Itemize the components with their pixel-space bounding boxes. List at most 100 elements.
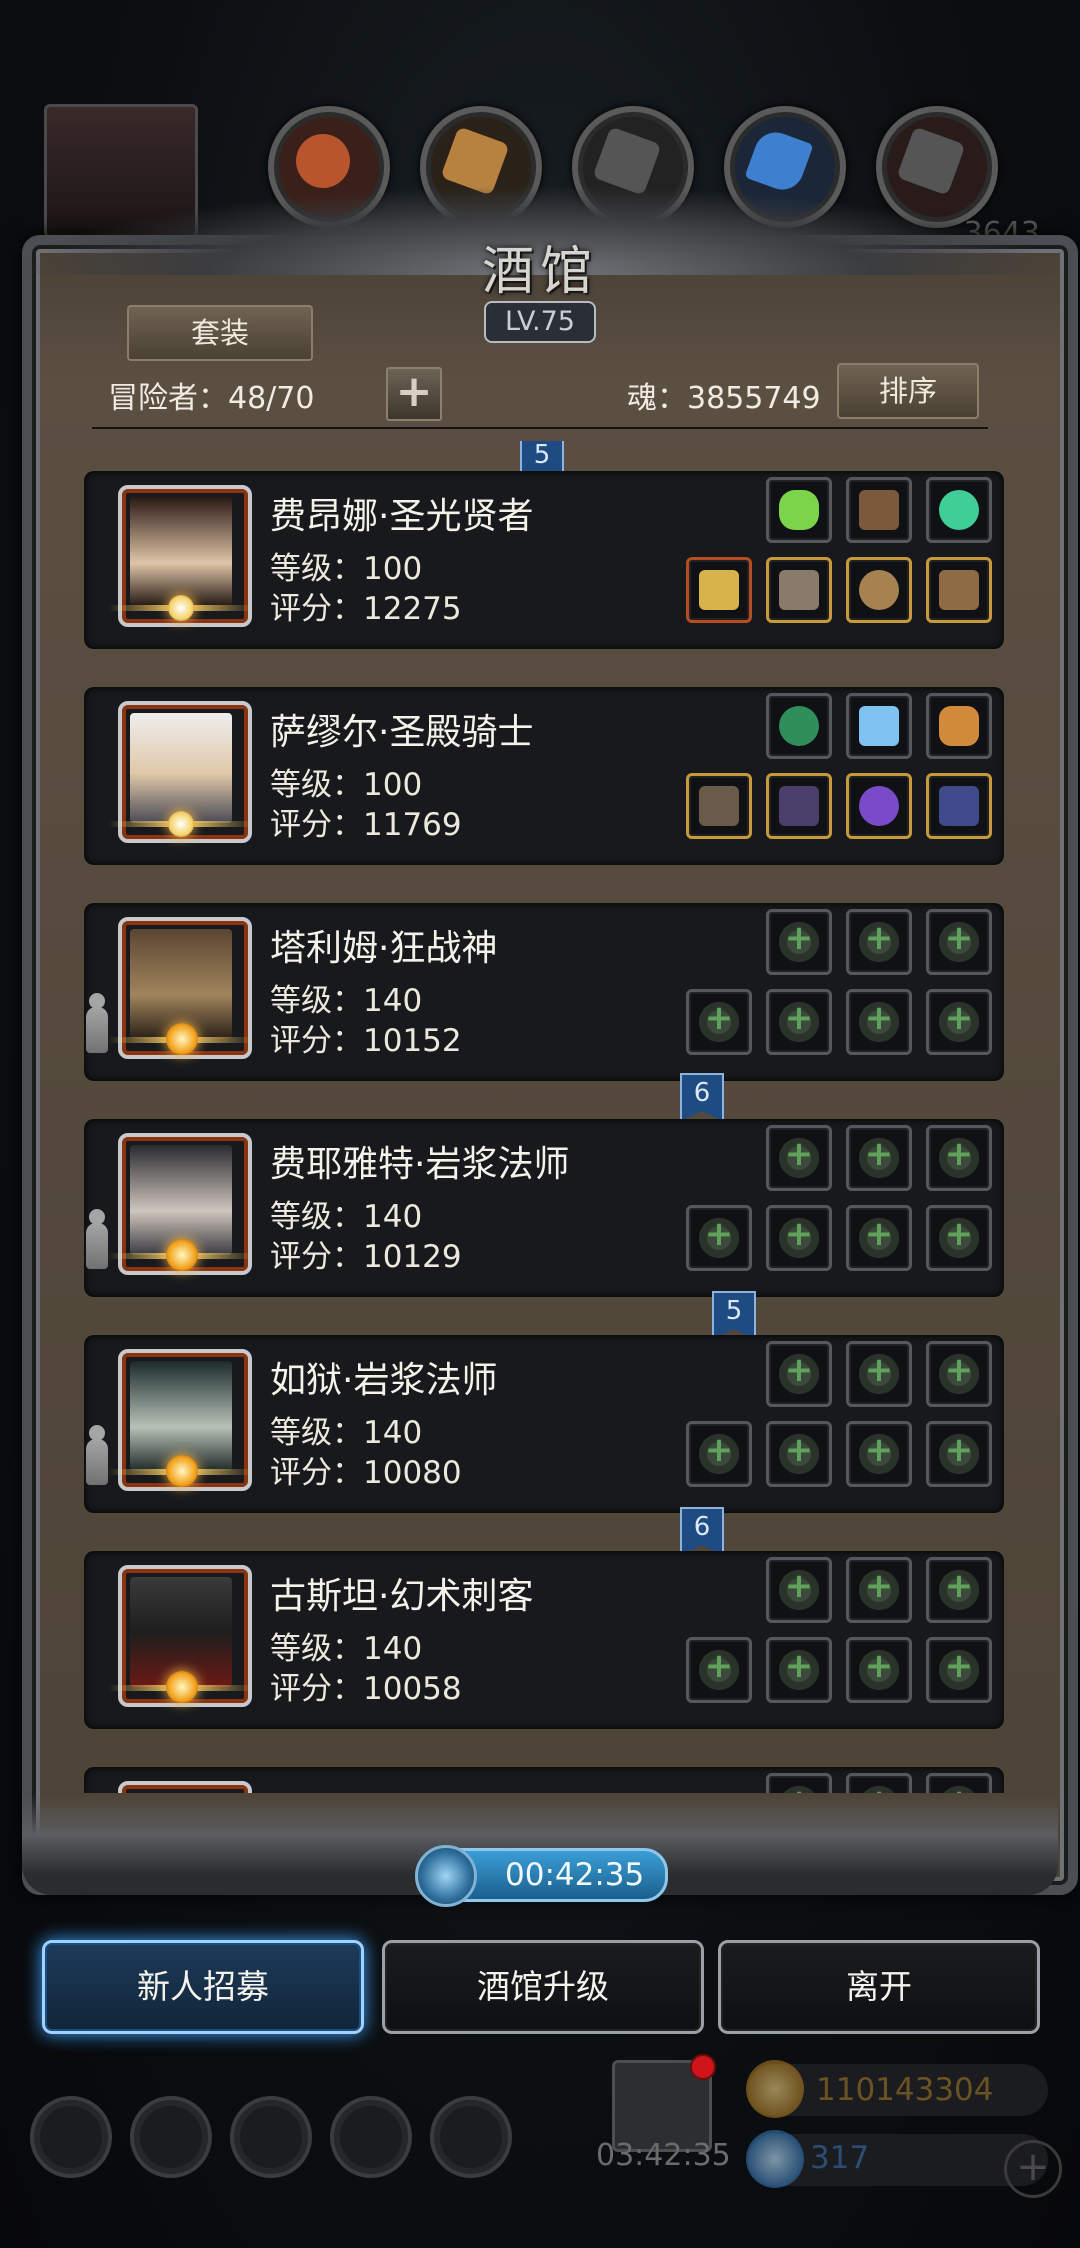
empty-slot[interactable] <box>926 1421 992 1487</box>
hero-card[interactable]: 如狱·岩浆法师 等级：140 评分：10080 <box>84 1335 1004 1513</box>
add-slot-icon <box>779 918 819 962</box>
tavern-panel: 酒馆 LV.75 套装 冒险者：48/70 + 魂：3855749 排序 5 费… <box>14 185 1078 1900</box>
empty-slot[interactable] <box>686 1205 752 1271</box>
empty-slot[interactable] <box>766 909 832 975</box>
ring-icon <box>859 786 899 826</box>
add-slot-icon <box>699 1430 739 1474</box>
tools-icon[interactable] <box>430 2096 512 2178</box>
empty-slot[interactable] <box>926 1637 992 1703</box>
add-slot-icon <box>779 1134 819 1178</box>
add-slot-icon <box>939 1430 979 1474</box>
leave-button[interactable]: 离开 <box>718 1940 1040 2034</box>
empty-slot[interactable] <box>926 1205 992 1271</box>
hero-name: 费昂娜·圣光贤者 <box>270 496 534 537</box>
armor-slot[interactable] <box>766 557 832 623</box>
empty-slot[interactable] <box>766 1205 832 1271</box>
accessory-slot[interactable] <box>926 557 992 623</box>
accessory-slot[interactable] <box>926 773 992 839</box>
empty-slot[interactable] <box>766 1341 832 1407</box>
hero-score: 评分：10058 <box>270 1671 462 1707</box>
upgrade-tavern-button[interactable]: 酒馆升级 <box>382 1940 704 2034</box>
empty-slot[interactable] <box>766 1125 832 1191</box>
gift-timer: 03:42:35 <box>596 2138 731 2173</box>
hero-name: 古斯坦·幻术刺客 <box>270 1576 534 1617</box>
hero-card[interactable]: 汉娜·火刑官 <box>84 1767 1004 1793</box>
boots-icon <box>939 786 979 826</box>
empty-slot[interactable] <box>846 1637 912 1703</box>
add-adventurer-button[interactable]: + <box>386 367 442 421</box>
relic-slot[interactable] <box>766 693 832 759</box>
hero-level: 等级：140 <box>270 983 423 1019</box>
hero-level: 等级：100 <box>270 767 423 803</box>
empty-slot[interactable] <box>766 1773 832 1793</box>
lantern-icon <box>939 706 979 746</box>
empty-slot[interactable] <box>846 989 912 1055</box>
weapon-slot[interactable] <box>686 557 752 623</box>
empty-slot[interactable] <box>686 1637 752 1703</box>
gold-coin-icon <box>746 2060 804 2118</box>
empty-slot[interactable] <box>846 1125 912 1191</box>
add-slot-icon <box>939 1566 979 1610</box>
accessory-slot[interactable] <box>846 773 912 839</box>
soul-display: 魂：3855749 <box>627 373 821 417</box>
add-gems-button[interactable]: + <box>1004 2140 1062 2198</box>
empty-slot[interactable] <box>846 1421 912 1487</box>
empty-slot[interactable] <box>926 1125 992 1191</box>
hero-card[interactable]: 费昂娜·圣光贤者 等级：100 评分：12275 <box>84 471 1004 649</box>
page-title: 酒馆 <box>481 242 598 302</box>
empty-slot[interactable] <box>926 989 992 1055</box>
relic-slot[interactable] <box>766 477 832 543</box>
add-slot-icon <box>939 1646 979 1690</box>
add-slot-icon <box>779 1566 819 1610</box>
hammer-icon <box>699 570 739 610</box>
empty-slot[interactable] <box>846 1557 912 1623</box>
empty-slot[interactable] <box>846 1205 912 1271</box>
hero-portrait[interactable] <box>118 1781 252 1793</box>
soul-value: 3855749 <box>687 381 821 416</box>
adventurer-count: 冒险者：48/70 <box>108 373 314 417</box>
hero-level: 等级：140 <box>270 1415 423 1451</box>
soul-label: 魂： <box>627 381 687 416</box>
empty-slot[interactable] <box>846 1773 912 1793</box>
gem-icon <box>746 2130 804 2188</box>
hero-level: 等级：100 <box>270 551 423 587</box>
hero-name: 如狱·岩浆法师 <box>270 1360 498 1401</box>
sort-button[interactable]: 排序 <box>837 363 979 419</box>
shop-icon[interactable] <box>230 2096 312 2178</box>
accessory-slot[interactable] <box>846 557 912 623</box>
weapon-slot[interactable] <box>686 773 752 839</box>
recruit-button[interactable]: 新人招募 <box>42 1940 364 2034</box>
suit-button[interactable]: 套装 <box>127 305 313 361</box>
add-slot-icon <box>699 998 739 1042</box>
relic-slot[interactable] <box>926 477 992 543</box>
hero-name: 费耶雅特·岩浆法师 <box>270 1144 570 1185</box>
hero-card[interactable]: 萨缪尔·圣殿骑士 等级：100 评分：11769 <box>84 687 1004 865</box>
settings-icon[interactable] <box>30 2096 112 2178</box>
mail-icon[interactable] <box>330 2096 412 2178</box>
empty-slot[interactable] <box>926 1341 992 1407</box>
hero-card[interactable]: 古斯坦·幻术刺客 等级：140 评分：10058 <box>84 1551 1004 1729</box>
empty-slot[interactable] <box>766 1637 832 1703</box>
empty-slot[interactable] <box>926 909 992 975</box>
hero-card[interactable]: 塔利姆·狂战神 等级：140 评分：10152 <box>84 903 1004 1081</box>
relic-slot[interactable] <box>846 477 912 543</box>
empty-slot[interactable] <box>926 1773 992 1793</box>
empty-slot[interactable] <box>766 1421 832 1487</box>
relic-slot[interactable] <box>846 693 912 759</box>
relic-slot[interactable] <box>926 693 992 759</box>
hero-card[interactable]: 费耶雅特·岩浆法师 等级：140 评分：10129 <box>84 1119 1004 1297</box>
empty-slot[interactable] <box>926 1557 992 1623</box>
empty-slot[interactable] <box>846 1341 912 1407</box>
empty-slot[interactable] <box>686 989 752 1055</box>
empty-slot[interactable] <box>686 1421 752 1487</box>
armor-slot[interactable] <box>766 773 832 839</box>
empty-slot[interactable] <box>766 989 832 1055</box>
add-slot-icon <box>859 1566 899 1610</box>
achievement-icon[interactable] <box>130 2096 212 2178</box>
hero-name: 萨缪尔·圣殿骑士 <box>270 712 534 753</box>
hero-level: 等级：140 <box>270 1199 423 1235</box>
add-slot-icon <box>859 1646 899 1690</box>
hero-list[interactable]: 5 费昂娜·圣光贤者 等级：100 评分：12275 萨缪尔·圣殿骑士 等级：1… <box>84 441 1004 1793</box>
empty-slot[interactable] <box>846 909 912 975</box>
empty-slot[interactable] <box>766 1557 832 1623</box>
